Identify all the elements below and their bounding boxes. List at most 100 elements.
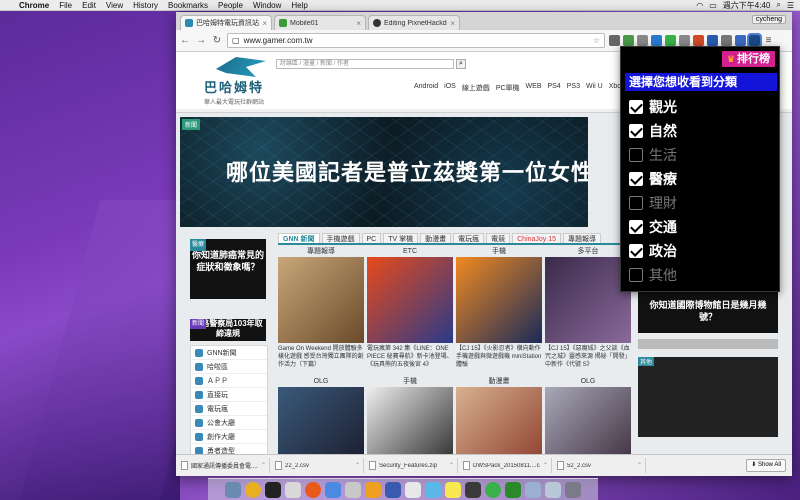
category-extension-icon[interactable] <box>747 33 762 48</box>
side-item-video[interactable]: 電玩瘋 <box>191 402 267 416</box>
folder-icon[interactable] <box>525 481 541 498</box>
category-checkbox-transport[interactable]: 交通 <box>629 215 677 239</box>
evernote-icon[interactable] <box>665 35 676 46</box>
download-item[interactable]: 國家通訊傳播委員會電....csv⌃ <box>178 458 270 473</box>
tab-esports[interactable]: 電競 <box>486 233 511 243</box>
extension-icon[interactable] <box>637 35 648 46</box>
menu-window[interactable]: Window <box>248 1 286 10</box>
finder-icon[interactable] <box>225 481 241 498</box>
tab-mobile-games[interactable]: 手機遊戲 <box>321 233 360 243</box>
checkbox-unchecked-icon[interactable] <box>629 268 643 282</box>
category-checkbox-other[interactable]: 其他 <box>629 263 677 287</box>
chevron-up-icon[interactable]: ⌃ <box>449 462 454 469</box>
tab-tv-handheld[interactable]: TV 掌機 <box>383 233 419 243</box>
app-icon[interactable] <box>345 481 361 498</box>
app-icon[interactable] <box>325 481 341 498</box>
checkbox-checked-icon[interactable] <box>629 244 643 258</box>
address-bar[interactable]: ▢ www.gamer.com.tw ☆ <box>227 33 605 48</box>
list-icon[interactable]: ☰ <box>787 1 794 10</box>
category-checkbox-medical[interactable]: 醫療 <box>629 167 677 191</box>
extension-icon[interactable] <box>721 35 732 46</box>
tab-chinajoy[interactable]: ChinaJoy 15 <box>512 233 562 243</box>
tab-pc[interactable]: PC <box>361 233 382 243</box>
tab-mobile01[interactable]: Mobile01 × <box>274 15 366 30</box>
tab-gnn-news[interactable]: GNN 新聞 <box>278 233 320 243</box>
category-checkbox-tourism[interactable]: 觀光 <box>629 95 677 119</box>
trash-icon[interactable] <box>565 481 581 498</box>
reload-icon[interactable]: ↻ <box>211 35 223 46</box>
nav-online[interactable]: 線上遊戲 <box>462 83 490 93</box>
category-checkbox-politics[interactable]: 政治 <box>629 239 677 263</box>
nav-wiiu[interactable]: Wii U <box>586 83 603 93</box>
app-icon[interactable] <box>385 481 401 498</box>
extension-icon[interactable] <box>693 35 704 46</box>
checkbox-unchecked-icon[interactable] <box>629 148 643 162</box>
side-item-play[interactable]: 直接玩 <box>191 388 267 402</box>
news-card[interactable]: OLG <box>278 377 364 465</box>
news-banner[interactable]: 新聞 哪位美國記者是普立茲獎第一位女性 <box>180 117 588 227</box>
terminal-icon[interactable] <box>265 481 281 498</box>
menu-people[interactable]: People <box>213 1 248 10</box>
extension-icon[interactable] <box>609 35 620 46</box>
download-item[interactable]: 52_2.csv ⌃ <box>554 458 646 473</box>
nav-ios[interactable]: iOS <box>444 83 456 93</box>
extension-icon[interactable] <box>623 35 634 46</box>
news-card[interactable]: 手機 <box>367 377 453 465</box>
search-icon[interactable]: ⌕ <box>456 59 466 69</box>
chevron-up-icon[interactable]: ⌃ <box>637 462 642 469</box>
ranking-button[interactable]: ♛ 排行榜 <box>721 51 775 67</box>
firefox-icon[interactable] <box>305 481 321 498</box>
wifi-icon[interactable]: ◠ <box>696 1 703 10</box>
nav-pc[interactable]: PC單機 <box>496 83 520 93</box>
menu-app-name[interactable]: Chrome <box>14 1 54 10</box>
tab-gamer[interactable]: 巴哈姆特電玩資訊站 × <box>180 15 272 30</box>
news-card[interactable]: 動漫畫 <box>456 377 542 465</box>
menu-help[interactable]: Help <box>286 1 312 10</box>
category-checkbox-nature[interactable]: 自然 <box>629 119 677 143</box>
close-icon[interactable]: × <box>450 19 455 28</box>
notes-icon[interactable] <box>445 481 461 498</box>
menu-clock[interactable]: 週六下午4:40 <box>723 0 771 11</box>
checkbox-checked-icon[interactable] <box>629 172 643 186</box>
skype-icon[interactable] <box>425 481 441 498</box>
tab-github[interactable]: Editing PixnetHackday201 × <box>368 15 460 30</box>
category-checkbox-finance[interactable]: 理財 <box>629 191 677 215</box>
app-icon[interactable] <box>365 481 381 498</box>
tab-anime[interactable]: 動漫畫 <box>420 233 452 243</box>
nav-ps4[interactable]: PS4 <box>548 83 561 93</box>
excel-icon[interactable] <box>505 481 521 498</box>
nav-ps3[interactable]: PS3 <box>567 83 580 93</box>
close-icon[interactable]: × <box>356 19 361 28</box>
line-icon[interactable] <box>485 481 501 498</box>
menu-edit[interactable]: Edit <box>77 1 101 10</box>
category-checkbox-life[interactable]: 生活 <box>629 143 677 167</box>
news-card[interactable]: OLG <box>545 377 631 465</box>
checkbox-checked-icon[interactable] <box>629 124 643 138</box>
side-item-gnn[interactable]: GNN新聞 <box>191 346 267 360</box>
checkbox-checked-icon[interactable] <box>629 100 643 114</box>
forward-icon[interactable]: → <box>195 35 207 46</box>
nav-web[interactable]: WEB <box>526 83 542 93</box>
side-item-guild[interactable]: 公會大廳 <box>191 416 267 430</box>
close-icon[interactable]: × <box>262 19 267 28</box>
promo-card[interactable]: 醫療 你知道肺癌常見的症狀和徵象嗎？ <box>190 239 266 299</box>
site-search-input[interactable]: 討論區 / 漫畫 / 新聞 / 作者 <box>276 59 454 69</box>
back-icon[interactable]: ← <box>179 35 191 46</box>
folder-icon[interactable] <box>545 481 561 498</box>
side-item-creation[interactable]: 創作大廳 <box>191 430 267 444</box>
chrome-icon[interactable] <box>245 481 261 498</box>
app-icon[interactable] <box>285 481 301 498</box>
right-promo-2[interactable]: 其他 <box>638 357 778 437</box>
site-logo[interactable]: 巴哈姆特 華人最大電玩社群網站 <box>204 57 284 106</box>
side-item-forum[interactable]: 哈啦區 <box>191 360 267 374</box>
menu-file[interactable]: File <box>54 1 77 10</box>
news-card[interactable]: 多平台 【CJ 15】《惡魔城》之父談《血咒之城》靈感來源 揭秘「開發」中新作《… <box>545 247 631 377</box>
checkbox-checked-icon[interactable] <box>629 220 643 234</box>
extension-icon[interactable] <box>707 35 718 46</box>
search-icon[interactable]: ⌕ <box>776 0 780 10</box>
chrome-menu-icon[interactable]: ≡ <box>763 35 774 46</box>
extension-icon[interactable] <box>651 35 662 46</box>
menu-bookmarks[interactable]: Bookmarks <box>163 1 213 10</box>
profile-button[interactable]: cycheng <box>751 15 786 24</box>
news-card[interactable]: 手機 【CJ 15】《火影忍者》橫向動作手機遊戲與微遊戲機 miniStatio… <box>456 247 542 377</box>
